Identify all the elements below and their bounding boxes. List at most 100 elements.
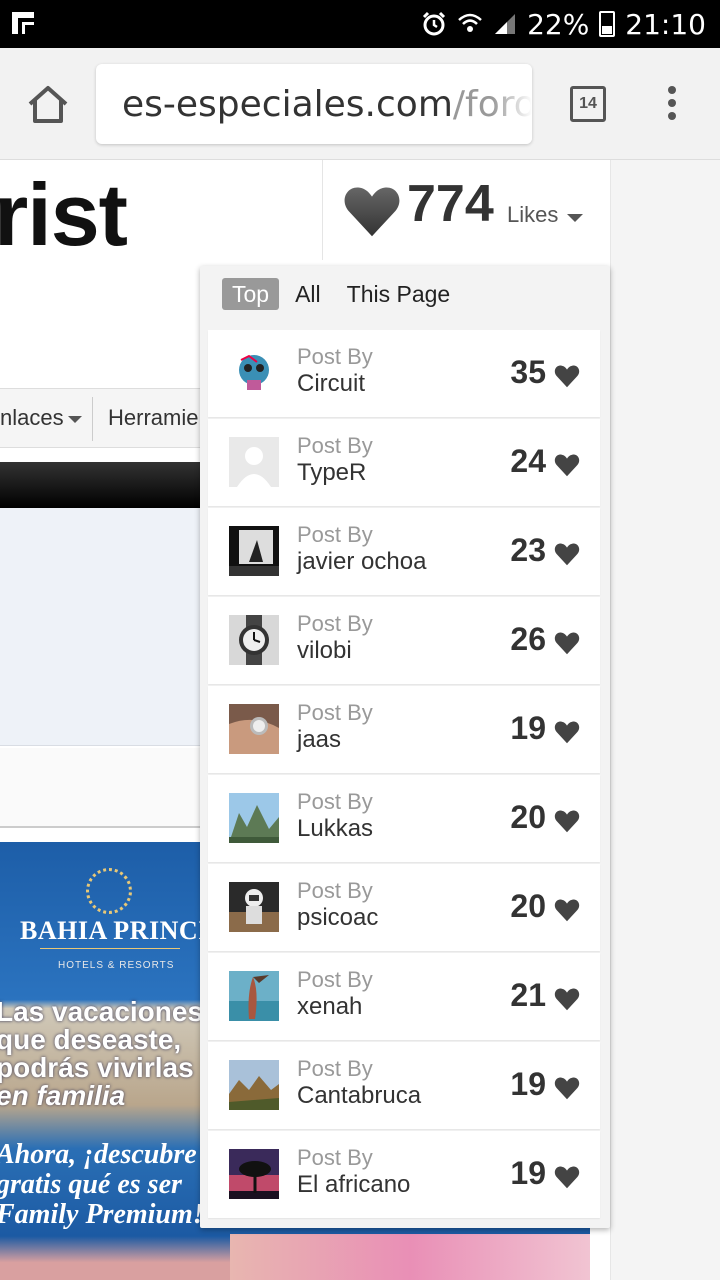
liked-post-row[interactable]: Post By xenah 21 xyxy=(208,953,600,1040)
liked-post-row[interactable]: Post By El africano 19 xyxy=(208,1131,600,1218)
battery-percent: 22% xyxy=(527,7,590,41)
sun-logo-icon xyxy=(86,868,132,914)
avatar[interactable] xyxy=(229,882,279,932)
liked-posts-list: Post By Circuit 35 Post By TypeR 24 Post By jav… xyxy=(208,330,600,1220)
like-count: 19 xyxy=(510,1066,546,1102)
avatar[interactable] xyxy=(229,971,279,1021)
flipboard-icon xyxy=(12,12,34,34)
heart-icon xyxy=(554,721,580,744)
avatar[interactable] xyxy=(229,348,279,398)
ad-line: Ahora, ¡descubre xyxy=(0,1139,197,1170)
like-count: 19 xyxy=(510,710,546,746)
ad-line: Family Premium! xyxy=(0,1199,204,1230)
chevron-down-icon xyxy=(567,214,583,222)
heart-icon xyxy=(554,632,580,655)
heart-icon xyxy=(344,187,400,237)
post-by-label: Post By xyxy=(297,1145,373,1170)
post-by-label: Post By xyxy=(297,967,373,992)
heart-icon xyxy=(554,365,580,388)
post-by-label: Post By xyxy=(297,789,373,814)
post-author[interactable]: Cantabruca xyxy=(297,1082,421,1110)
heart-icon xyxy=(554,988,580,1011)
liked-post-row[interactable]: Post By Circuit 35 xyxy=(208,330,600,417)
post-by-label: Post By xyxy=(297,433,373,458)
alarm-icon xyxy=(423,11,446,36)
heart-icon xyxy=(554,899,580,922)
ad-line: gratis qué es ser xyxy=(0,1169,182,1200)
nav-item-herramientas[interactable]: Herramie xyxy=(108,405,198,431)
battery-icon xyxy=(599,11,616,37)
tab-switcher-button[interactable]: 14 xyxy=(570,86,606,122)
url-host: es-especiales.com xyxy=(122,84,453,125)
ad-line: podrás vivirlas xyxy=(0,1052,194,1083)
post-by-label: Post By xyxy=(297,611,373,636)
post-author[interactable]: Lukkas xyxy=(297,815,373,843)
page-title: rist xyxy=(0,165,128,264)
wifi-icon xyxy=(458,13,482,32)
heart-icon xyxy=(554,810,580,833)
page-gutter xyxy=(610,160,720,1280)
avatar[interactable] xyxy=(229,793,279,843)
home-icon[interactable] xyxy=(26,84,70,124)
post-author[interactable]: Circuit xyxy=(297,370,365,398)
signal-icon xyxy=(495,14,516,34)
liked-post-row[interactable]: Post By vilobi 26 xyxy=(208,597,600,684)
tab-top[interactable]: Top xyxy=(222,278,280,310)
caret-down-icon xyxy=(67,415,82,423)
ad-divider xyxy=(40,948,180,949)
post-author[interactable]: psicoac xyxy=(297,904,378,932)
likes-count: 774 xyxy=(407,175,494,233)
ad-cta-text: Ahora, ¡descubre gratis qué es ser Famil… xyxy=(0,1140,204,1230)
like-count: 19 xyxy=(510,1155,546,1191)
likes-button[interactable]: 774 Likes xyxy=(322,160,608,260)
avatar[interactable] xyxy=(229,615,279,665)
avatar[interactable] xyxy=(229,437,279,487)
likes-popup: Top All This Page Post By Circuit 35 Post B… xyxy=(200,266,610,1228)
avatar[interactable] xyxy=(229,1149,279,1199)
post-author[interactable]: javier ochoa xyxy=(297,548,426,576)
post-author[interactable]: xenah xyxy=(297,993,362,1021)
post-author[interactable]: El africano xyxy=(297,1171,410,1199)
overflow-menu-icon[interactable] xyxy=(668,86,678,122)
browser-toolbar: es-especiales.com/foro 14 xyxy=(0,48,720,160)
ad-line: en familia xyxy=(0,1080,126,1111)
avatar[interactable] xyxy=(229,704,279,754)
ad-headline: Las vacaciones que deseaste, podrás vivi… xyxy=(0,998,203,1110)
heart-icon xyxy=(554,1166,580,1189)
nav-item-enlaces[interactable]: nlaces xyxy=(0,405,82,431)
post-author[interactable]: vilobi xyxy=(297,637,352,665)
liked-post-row[interactable]: Post By TypeR 24 xyxy=(208,419,600,506)
post-author[interactable]: TypeR xyxy=(297,459,366,487)
avatar[interactable] xyxy=(229,526,279,576)
like-count: 20 xyxy=(510,799,546,835)
liked-post-row[interactable]: Post By Cantabruca 19 xyxy=(208,1042,600,1129)
liked-post-row[interactable]: Post By psicoac 20 xyxy=(208,864,600,951)
status-bar: 22% 21:10 xyxy=(0,0,720,48)
like-count: 24 xyxy=(510,443,546,479)
post-by-label: Post By xyxy=(297,344,373,369)
likes-label: Likes xyxy=(507,202,559,227)
ad-photo xyxy=(230,1234,590,1280)
clock: 21:10 xyxy=(625,7,706,41)
post-by-label: Post By xyxy=(297,700,373,725)
like-count: 20 xyxy=(510,888,546,924)
tab-all[interactable]: All xyxy=(285,278,331,310)
ad-line: que deseaste, xyxy=(0,1024,182,1055)
liked-post-row[interactable]: Post By Lukkas 20 xyxy=(208,775,600,862)
ad-line: Las vacaciones xyxy=(0,996,204,1027)
nav-divider xyxy=(92,397,93,441)
like-count: 23 xyxy=(510,532,546,568)
liked-post-row[interactable]: Post By jaas 19 xyxy=(208,686,600,773)
post-by-label: Post By xyxy=(297,878,373,903)
post-by-label: Post By xyxy=(297,522,373,547)
ad-subtitle: HOTELS & RESORTS xyxy=(58,960,175,971)
post-author[interactable]: jaas xyxy=(297,726,341,754)
popup-tabs: Top All This Page xyxy=(222,278,466,310)
avatar[interactable] xyxy=(229,1060,279,1110)
heart-icon xyxy=(554,1077,580,1100)
like-count: 35 xyxy=(510,354,546,390)
liked-post-row[interactable]: Post By javier ochoa 23 xyxy=(208,508,600,595)
address-bar[interactable]: es-especiales.com/foro xyxy=(96,64,532,144)
tab-this-page[interactable]: This Page xyxy=(337,278,461,310)
heart-icon xyxy=(554,543,580,566)
